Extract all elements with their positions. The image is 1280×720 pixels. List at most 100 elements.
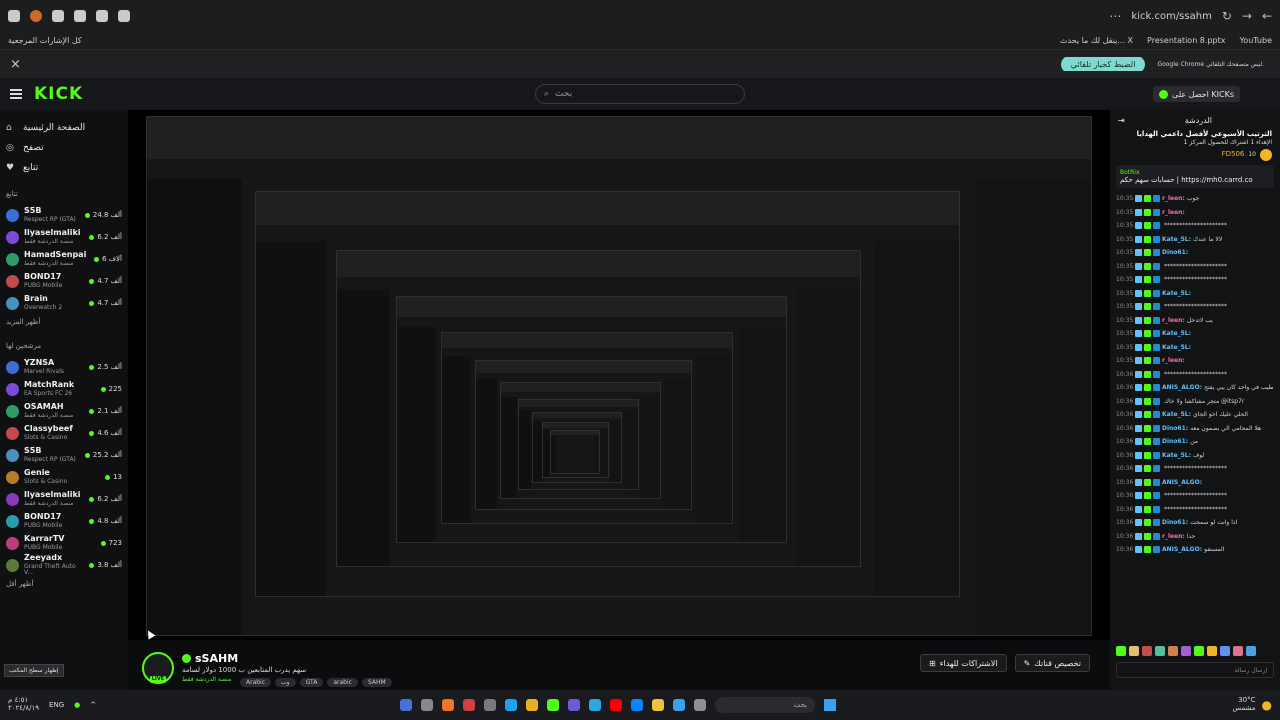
chat-username[interactable]: Kate_5L: (1162, 411, 1191, 418)
bookmark-item[interactable]: YouTube (1239, 36, 1272, 45)
app-icon[interactable] (673, 699, 685, 711)
chat-message[interactable]: 10:36 Kate_5L: الحلي عليك اخو الجاي (1110, 408, 1280, 422)
channel-item[interactable]: MatchRank EA Sports FC 26 225 (6, 378, 122, 400)
chat-message[interactable]: 10:36 Kate_5L: لوف (1110, 448, 1280, 462)
app-icon[interactable] (505, 699, 517, 711)
channel-item[interactable]: BOND17 PUBG Mobile 4.7 ألف (6, 270, 122, 292)
chat-message[interactable]: 10:36 ********************* (1110, 489, 1280, 503)
chat-message[interactable]: 10:36 ********************* (1110, 462, 1280, 476)
channel-item[interactable]: Genie Slots & Casino 13 (6, 466, 122, 488)
address-bar[interactable]: ⋯ kick.com/ssahm ↻ → ← (1109, 9, 1272, 23)
chat-username[interactable]: ANIS_ALGO: (1162, 546, 1202, 553)
emote-icon[interactable] (1220, 646, 1230, 656)
app-icon[interactable] (463, 699, 475, 711)
chat-message[interactable]: 10:36 ANIS_ALGO: طيب في واحد كان يبي يفتح (1110, 381, 1280, 395)
forward-icon[interactable]: → (1242, 9, 1252, 23)
top-gifter-name[interactable]: FD506 (1222, 150, 1245, 159)
app-icon[interactable] (694, 699, 706, 711)
bookmark-item[interactable]: Presentation 8.pptx (1147, 36, 1225, 45)
channel-item[interactable]: Brain Overwatch 2 4.7 ألف (6, 292, 122, 314)
chat-message[interactable]: 10:35 Kate_5L: (1110, 340, 1280, 354)
emote-icon[interactable] (1194, 646, 1204, 656)
chat-message[interactable]: 10:35 Kate_5L: لالا ما عندك (1110, 232, 1280, 246)
app-icon[interactable] (421, 699, 433, 711)
stream-tag[interactable]: GTA (299, 678, 324, 687)
pinned-message[interactable]: BotRix حسابات سهم حكم | https://mh0.carr… (1116, 164, 1274, 188)
search-input[interactable]: ⌕ بحث (535, 84, 745, 104)
show-more-link[interactable]: أظهر المزيد (6, 314, 122, 330)
collapse-chat-icon[interactable]: ⇥ (1118, 116, 1125, 125)
close-icon[interactable]: × (10, 57, 21, 72)
chat-message[interactable]: 10:36 ANIS_ALGO: المستفو (1110, 543, 1280, 557)
sidebar-nav-item[interactable]: ◎ تصفح (6, 138, 122, 158)
chat-message[interactable]: 10:35 r_leen: جوب (1110, 192, 1280, 206)
bookmark-item[interactable]: ينقل لك ما يحدث... X (1060, 36, 1133, 45)
chat-username[interactable]: ANIS_ALGO: (1162, 384, 1202, 391)
chat-message[interactable]: 10:35 ********************* (1110, 219, 1280, 233)
chat-username[interactable]: Dino61: (1162, 519, 1188, 526)
stream-category[interactable]: منصة الدردشة فقط (182, 676, 231, 683)
customize-channel-button[interactable]: ✎ تخصيص قناتك (1014, 654, 1090, 672)
channel-item[interactable]: S5B Respect RP (GTA) 25.2 ألف (6, 444, 122, 466)
set-default-button[interactable]: الضبط كخيار تلقائي (1060, 57, 1146, 71)
chat-username[interactable]: ANIS_ALGO: (1162, 479, 1202, 486)
app-icon[interactable] (442, 699, 454, 711)
channel-item[interactable]: Zeeyadx Grand Theft Auto V... 3.8 ألف (6, 554, 122, 576)
get-kicks-button[interactable]: احصل على KICKs (1153, 86, 1240, 102)
chat-username[interactable]: Kate_5L: (1162, 344, 1191, 351)
chat-message[interactable]: 10:35 Kate_5L: (1110, 327, 1280, 341)
chat-message[interactable]: 10:35 ********************* (1110, 273, 1280, 287)
app-icon[interactable] (526, 699, 538, 711)
sun-icon[interactable]: ● (1262, 698, 1272, 712)
streamer-name[interactable]: sSAHM (182, 652, 238, 665)
app-icon[interactable] (547, 699, 559, 711)
channel-item[interactable]: S5B Respect RP (GTA) 24.8 ألف (6, 204, 122, 226)
chat-username[interactable]: Kate_5L: (1162, 290, 1191, 297)
chat-message[interactable]: 10:35 r_leen: (1110, 354, 1280, 368)
app-icon[interactable] (400, 699, 412, 711)
hamburger-icon[interactable] (10, 89, 22, 99)
chat-message[interactable]: 10:36 Dino61: هلا المحامي الي بصمون معه (1110, 421, 1280, 435)
info-icon[interactable]: ⋯ (1109, 9, 1121, 23)
chat-username[interactable]: r_leen: (1162, 317, 1185, 324)
chat-username[interactable]: r_leen: (1162, 209, 1185, 216)
chat-message[interactable]: 10:35 ********************* (1110, 300, 1280, 314)
app-icon[interactable] (568, 699, 580, 711)
chat-message[interactable]: 10:36 Dino61: اذا وانت لو سمحت (1110, 516, 1280, 530)
emote-icon[interactable] (1246, 646, 1256, 656)
chat-username[interactable]: Kate_5L: (1162, 330, 1191, 337)
clock-date[interactable]: ٢٠٢٤/٨/١٩ (8, 704, 39, 713)
chat-message[interactable]: 10:35 r_leen: يب لاتدخل (1110, 313, 1280, 327)
gift-subs-button[interactable]: ⊞ الاشتراكات للهداء (920, 654, 1007, 672)
chat-username[interactable]: r_leen: (1162, 195, 1185, 202)
channel-item[interactable]: YZNSA Marvel Rivals 2.5 ألف (6, 356, 122, 378)
tray-chevron-icon[interactable]: ^ (90, 701, 96, 709)
stream-tag[interactable]: arabic (327, 678, 358, 687)
chat-message[interactable]: 10:35 Dino61: (1110, 246, 1280, 260)
channel-item[interactable]: HamadSenpai منصة الدردشة فقط 6 آلاف (6, 248, 122, 270)
star-icon[interactable] (118, 10, 130, 22)
app-icon[interactable] (652, 699, 664, 711)
emote-icon[interactable] (1168, 646, 1178, 656)
chat-username[interactable]: Dino61: (1162, 425, 1188, 432)
chat-username[interactable]: r_leen: (1162, 357, 1185, 364)
channel-item[interactable]: BOND17 PUBG Mobile 4.8 ألف (6, 510, 122, 532)
pin-icon[interactable] (96, 10, 108, 22)
chat-message[interactable]: 10:36 r_leen: حدا (1110, 529, 1280, 543)
video-player[interactable] (128, 110, 1110, 640)
app-icon[interactable] (631, 699, 643, 711)
chat-message[interactable]: 10:36 متجر مشاكشا ولا خاك @itsp7r (1110, 394, 1280, 408)
sidebar-nav-item[interactable]: ⌂ الصفحة الرئيسية (6, 118, 122, 138)
emote-icon[interactable] (1155, 646, 1165, 656)
channel-item[interactable]: Ilyaselmaliki منصة الدردشة فقط 6.2 ألف (6, 226, 122, 248)
emote-icon[interactable] (1116, 646, 1126, 656)
channel-item[interactable]: OSAMAH منصة الدردشة فقط 2.1 ألف (6, 400, 122, 422)
chat-username[interactable]: r_leen: (1162, 533, 1185, 540)
chat-message[interactable]: 10:35 ********************* (1110, 259, 1280, 273)
windows-start-icon[interactable] (824, 699, 836, 711)
chat-message[interactable]: 10:36 ********************* (1110, 367, 1280, 381)
sidebar-nav-item[interactable]: ♥ تتابع (6, 158, 122, 178)
chat-message[interactable]: 10:36 ********************* (1110, 502, 1280, 516)
stream-tag[interactable]: SAHM (361, 678, 392, 687)
url-text[interactable]: kick.com/ssahm (1131, 11, 1211, 22)
